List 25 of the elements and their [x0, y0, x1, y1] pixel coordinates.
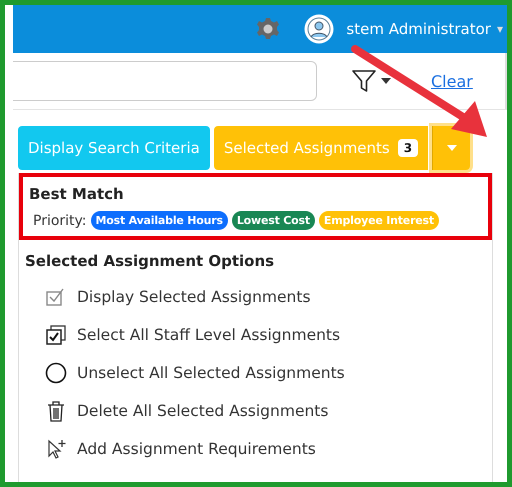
priority-label: Priority:: [33, 212, 87, 228]
user-name[interactable]: stem Administrator: [346, 20, 491, 38]
checkbox-icon: [45, 324, 67, 346]
dropdown-toggle-button[interactable]: [432, 126, 470, 170]
priority-tag: Most Available Hours: [90, 211, 228, 230]
gear-icon[interactable]: [256, 17, 280, 41]
priority-tag: Employee Interest: [318, 211, 439, 230]
caret-icon: [446, 145, 457, 151]
clear-link[interactable]: Clear: [431, 72, 473, 90]
count-badge: 3: [398, 139, 418, 157]
menu-item[interactable]: Select All Staff Level Assignments: [77, 326, 340, 344]
caret-icon[interactable]: [381, 78, 391, 84]
section-title: Selected Assignment Options: [25, 252, 276, 270]
menu-item[interactable]: Delete All Selected Assignments: [77, 402, 328, 420]
menu-item[interactable]: Unselect All Selected Assignments: [77, 364, 345, 382]
user-avatar-icon[interactable]: [304, 14, 334, 44]
section-title: Best Match: [29, 185, 125, 203]
filter-icon[interactable]: [351, 68, 377, 94]
priority-tag: Lowest Cost: [232, 211, 315, 230]
menu-item[interactable]: Add Assignment Requirements: [77, 440, 316, 458]
trash-icon: [45, 400, 67, 422]
menu-item[interactable]: Display Selected Assignments: [77, 288, 311, 306]
search-field[interactable]: [13, 61, 317, 101]
circle-icon: [45, 362, 67, 384]
selected-assignments-button[interactable]: Selected Assignments 3: [214, 126, 428, 170]
